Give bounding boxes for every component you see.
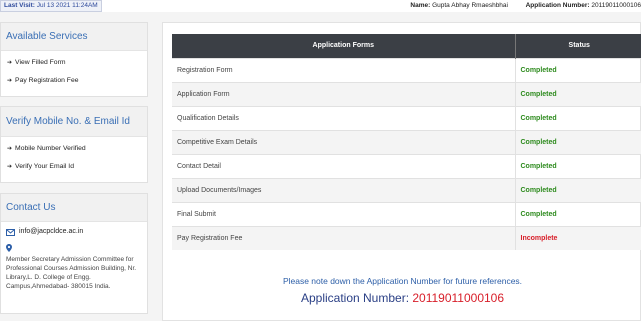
table-row: Upload Documents/Images Completed [172,177,641,202]
table-row: Pay Registration Fee Incomplete [172,225,641,250]
column-header-status: Status [514,34,641,58]
form-name: Final Submit [172,201,515,226]
verify-panel: Verify Mobile No. & Email Id ➔ Mobile Num… [0,106,148,183]
contact-title: Contact Us [1,194,147,222]
table-row: Registration Form Completed [172,57,641,82]
arrow-right-icon: ➔ [7,60,13,66]
application-number-value: 20119011000106 [412,291,505,305]
view-filled-form-link[interactable]: ➔ View Filled Form [7,54,141,72]
form-name: Contact Detail [172,153,515,178]
status-completed: Completed [514,105,641,130]
last-visit-badge: Last Visit: Jul 13 2021 11:24AM [0,0,102,12]
form-name: Application Form [172,81,515,106]
status-incomplete[interactable]: Incomplete [514,225,641,250]
map-marker-icon [6,244,12,252]
name-value: Gupta Abhay Rmaeshbhai [432,2,508,9]
email-row[interactable]: info@jacpcldce.ac.in [6,226,142,238]
appno-label: Application Number: [525,2,590,9]
table-row: Competitive Exam Details Completed [172,129,641,154]
status-completed: Completed [514,129,641,154]
table-row: Qualification Details Completed [172,105,641,130]
status-completed: Completed [514,153,641,178]
main-panel: Application Forms Status Registration Fo… [162,22,641,321]
services-list: ➔ View Filled Form ➔ Pay Registration Fee [1,51,147,93]
application-number-note: Please note down the Application Number … [282,276,523,286]
appno-value: 20119011000106 [591,2,641,9]
status-completed: Completed [514,81,641,106]
last-visit-label: Last Visit: [4,2,35,9]
arrow-right-icon: ➔ [7,146,13,152]
arrow-right-icon: ➔ [7,164,13,170]
contact-email: info@jacpcldce.ac.in [19,228,84,235]
verify-email-link[interactable]: ➔ Verify Your Email Id [7,158,141,176]
table-row: Final Submit Completed [172,201,641,226]
envelope-icon [6,228,15,236]
form-name: Competitive Exam Details [172,129,515,154]
application-number-label: Application Number: [300,291,410,305]
top-bar: Last Visit: Jul 13 2021 11:24AM Name: Gu… [0,0,641,12]
table-row: Application Form Completed [172,81,641,106]
available-services-title: Available Services [1,23,147,51]
form-name: Qualification Details [172,105,515,130]
table-row: Contact Detail Completed [172,153,641,178]
verify-title: Verify Mobile No. & Email Id [1,107,147,137]
arrow-right-icon: ➔ [7,78,13,84]
column-header-forms: Application Forms [172,34,515,58]
status-completed: Completed [514,201,641,226]
verify-list: ➔ Mobile Number Verified ➔ Verify Your Ema… [1,137,147,179]
status-completed: Completed [514,57,641,82]
applicant-info: Name: Gupta Abhay Rmaeshbhai Application… [410,1,641,10]
mobile-verified-link[interactable]: ➔ Mobile Number Verified [7,140,141,158]
form-name: Registration Form [172,57,515,82]
contact-address: Member Secretary Admission Committee for… [6,256,137,290]
status-completed: Completed [514,177,641,202]
application-number-display: Application Number: 20119011000106 [163,291,641,305]
last-visit-value: Jul 13 2021 11:24AM [36,2,98,9]
form-name: Pay Registration Fee [172,225,515,250]
pay-registration-fee-link[interactable]: ➔ Pay Registration Fee [7,72,141,90]
available-services-panel: Available Services ➔ View Filled Form ➔ Pa… [0,22,148,97]
application-forms-table: Application Forms Status Registration Fo… [172,34,641,250]
form-name: Upload Documents/Images [172,177,515,202]
contact-panel: Contact Us info@jacpcldce.ac.in Member S… [0,193,148,314]
name-label: Name: [410,2,431,9]
